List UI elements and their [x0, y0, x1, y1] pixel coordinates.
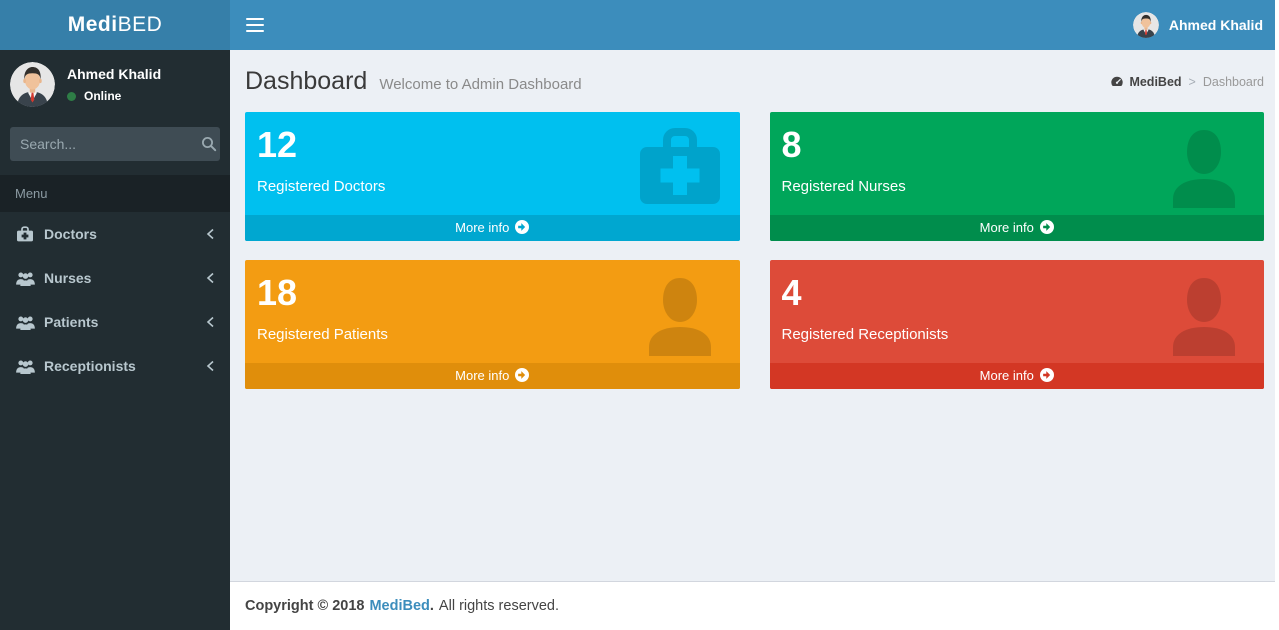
navbar-user-name: Ahmed Khalid	[1169, 17, 1263, 33]
sidebar-item-receptionists[interactable]: Receptionists	[0, 344, 230, 388]
sidebar-item-label: Receptionists	[44, 358, 206, 374]
online-status-label: Online	[84, 89, 121, 103]
more-info-link[interactable]: More info	[770, 215, 1265, 241]
logo-text-medi: Medi	[68, 13, 118, 37]
content-area: Dashboard Welcome to Admin Dashboard Med…	[230, 50, 1279, 581]
breadcrumb-separator: >	[1189, 75, 1196, 89]
stat-box-body: 8 Registered Nurses	[770, 112, 1265, 215]
stat-boxes: 12 Registered Doctors More info	[230, 110, 1279, 389]
more-info-label: More info	[455, 220, 509, 235]
chevron-left-icon	[206, 228, 215, 240]
stat-value: 4	[782, 274, 1253, 312]
search-input[interactable]	[20, 136, 201, 152]
footer-copyright: Copyright © 2018	[245, 598, 364, 614]
users-icon	[15, 315, 35, 330]
sidebar-user-name: Ahmed Khalid	[67, 66, 161, 82]
main-area: Ahmed Khalid Dashboard Welcome to Admin …	[230, 0, 1279, 630]
page-footer: Copyright © 2018 MediBed. All rights res…	[230, 581, 1279, 630]
user-meta: Ahmed Khalid Online	[67, 66, 161, 103]
more-info-label: More info	[980, 368, 1034, 383]
sidebar-menu: Doctors Nurses	[0, 212, 230, 388]
footer-rights: All rights reserved.	[439, 598, 559, 614]
stat-label: Registered Receptionists	[782, 326, 1253, 343]
stat-box-body: 18 Registered Patients	[245, 260, 740, 363]
search-button[interactable]	[201, 136, 217, 152]
stat-box-body: 4 Registered Receptionists	[770, 260, 1265, 363]
page-title: Dashboard	[245, 67, 367, 96]
stat-value: 18	[257, 274, 728, 312]
user-status[interactable]: Online	[67, 89, 161, 103]
dashboard-gauge-icon	[1110, 75, 1124, 89]
chevron-left-icon	[206, 360, 215, 372]
more-info-link[interactable]: More info	[245, 215, 740, 241]
stat-label: Registered Doctors	[257, 178, 728, 195]
more-info-label: More info	[455, 368, 509, 383]
stat-value: 12	[257, 126, 728, 164]
stat-box-patients: 18 Registered Patients More info	[245, 260, 740, 389]
stat-box-receptionists: 4 Registered Receptionists More info	[770, 260, 1265, 389]
logo-text-bed: BED	[118, 13, 163, 37]
users-icon	[15, 359, 35, 374]
stat-box-body: 12 Registered Doctors	[245, 112, 740, 215]
breadcrumb-current: Dashboard	[1203, 75, 1264, 89]
search-icon	[201, 136, 217, 152]
more-info-label: More info	[980, 220, 1034, 235]
stat-label: Registered Patients	[257, 326, 728, 343]
hamburger-icon	[246, 18, 264, 33]
medkit-icon	[15, 226, 35, 242]
sidebar-item-doctors[interactable]: Doctors	[0, 212, 230, 256]
chevron-left-icon	[206, 272, 215, 284]
breadcrumb-home-label: MediBed	[1129, 75, 1181, 89]
app-logo[interactable]: MediBED	[0, 0, 230, 50]
stat-value: 8	[782, 126, 1253, 164]
sidebar-search-form	[10, 127, 220, 161]
breadcrumb: MediBed > Dashboard	[1110, 75, 1264, 89]
sidebar-toggle-button[interactable]	[230, 0, 280, 50]
users-icon	[15, 271, 35, 286]
page-subtitle: Welcome to Admin Dashboard	[379, 76, 581, 93]
sidebar: MediBED Ahmed Khalid Online Menu	[0, 0, 230, 630]
stat-label: Registered Nurses	[782, 178, 1253, 195]
arrow-circle-right-icon	[1040, 220, 1054, 234]
menu-header: Menu	[0, 175, 230, 212]
sidebar-item-label: Doctors	[44, 226, 206, 242]
more-info-link[interactable]: More info	[245, 363, 740, 389]
scrollbar-track[interactable]	[1275, 0, 1279, 630]
sidebar-user-panel: Ahmed Khalid Online	[0, 50, 230, 117]
arrow-circle-right-icon	[515, 220, 529, 234]
breadcrumb-home-link[interactable]: MediBed	[1110, 75, 1181, 89]
user-avatar	[10, 62, 55, 107]
arrow-circle-right-icon	[1040, 368, 1054, 382]
more-info-link[interactable]: More info	[770, 363, 1265, 389]
top-navbar: Ahmed Khalid	[230, 0, 1279, 50]
navbar-avatar	[1133, 12, 1159, 38]
chevron-left-icon	[206, 316, 215, 328]
arrow-circle-right-icon	[515, 368, 529, 382]
sidebar-item-nurses[interactable]: Nurses	[0, 256, 230, 300]
online-status-icon	[67, 92, 76, 101]
sidebar-item-label: Nurses	[44, 270, 206, 286]
sidebar-item-patients[interactable]: Patients	[0, 300, 230, 344]
footer-brand-link[interactable]: MediBed	[369, 598, 429, 614]
navbar-user-menu[interactable]: Ahmed Khalid	[1133, 12, 1279, 38]
content-header: Dashboard Welcome to Admin Dashboard Med…	[230, 50, 1279, 110]
stat-box-nurses: 8 Registered Nurses More info	[770, 112, 1265, 241]
stat-box-doctors: 12 Registered Doctors More info	[245, 112, 740, 241]
sidebar-item-label: Patients	[44, 314, 206, 330]
footer-dot: .	[430, 598, 434, 614]
